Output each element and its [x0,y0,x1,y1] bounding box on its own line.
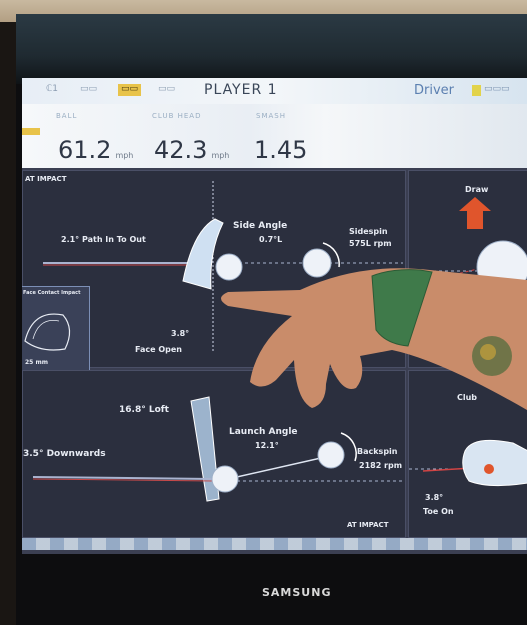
samsung-logo: SAMSUNG [262,586,332,599]
pointing-hand [221,268,527,410]
